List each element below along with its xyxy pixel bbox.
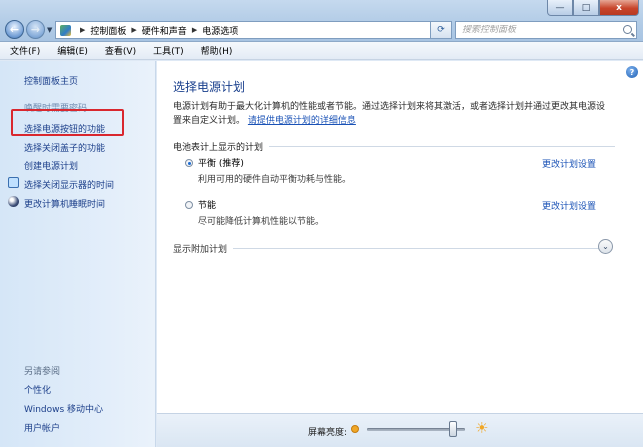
close-button[interactable]: x: [599, 0, 639, 16]
menu-view[interactable]: 查看(V): [105, 44, 136, 57]
brightness-bar: 屏幕亮度: ☀: [157, 413, 643, 447]
menu-bar: 文件(F) 编辑(E) 查看(V) 工具(T) 帮助(H): [0, 42, 643, 60]
sidebar-item-create-plan[interactable]: 创建电源计划: [24, 159, 78, 172]
breadcrumb-hardware-sound[interactable]: 硬件和声音: [142, 24, 187, 37]
plan-power-saver-change-link[interactable]: 更改计划设置: [542, 199, 596, 212]
title-bar: — □ x ← → ▼ ▶ 控制面板 ▶ 硬件和声音 ▶ 电源选项 ▼ ⟳: [0, 0, 643, 42]
search-box[interactable]: [455, 21, 637, 39]
sleep-moon-icon: [8, 196, 19, 207]
section-divider: [269, 146, 615, 147]
see-also-heading: 另请参阅: [24, 367, 61, 377]
expand-chevron-icon[interactable]: ⌄: [598, 239, 613, 254]
search-input[interactable]: [462, 25, 612, 35]
control-panel-home-link[interactable]: 控制面板主页: [24, 74, 78, 87]
sidebar-item-sleep-time[interactable]: 更改计算机睡眠时间: [8, 196, 106, 210]
sidebar-item-display-off[interactable]: 选择关闭显示器的时间: [8, 177, 115, 191]
forward-button[interactable]: →: [26, 20, 45, 39]
minimize-button[interactable]: —: [547, 0, 573, 16]
breadcrumb-separator-icon[interactable]: ▶: [131, 26, 136, 34]
menu-file[interactable]: 文件(F): [10, 44, 40, 57]
plan-balanced-change-link[interactable]: 更改计划设置: [542, 157, 596, 170]
battery-plans-section: 电池表计上显示的计划: [173, 140, 615, 153]
plan-details-link[interactable]: 请提供电源计划的详细信息: [248, 116, 356, 126]
maximize-button[interactable]: □: [573, 0, 599, 16]
monitor-icon: [8, 177, 19, 188]
brightness-high-icon: ☀: [475, 419, 489, 437]
breadcrumb-control-panel[interactable]: 控制面板: [90, 24, 126, 37]
breadcrumb-separator-icon[interactable]: ▶: [80, 26, 85, 34]
brightness-slider-thumb[interactable]: [449, 421, 458, 437]
back-arrow-icon: ←: [9, 23, 20, 36]
plan-power-saver-name[interactable]: 节能: [198, 198, 216, 211]
plan-balanced-description: 利用可用的硬件自动平衡功耗与性能。: [198, 175, 352, 185]
refresh-button[interactable]: ⟳: [430, 21, 452, 39]
sidebar-item-lid-close[interactable]: 选择关闭盖子的功能: [24, 141, 105, 154]
page-title: 选择电源计划: [173, 80, 246, 94]
plan-power-saver-description: 尽可能降低计算机性能以节能。: [198, 217, 325, 227]
menu-tools[interactable]: 工具(T): [153, 44, 184, 57]
back-button[interactable]: ←: [5, 20, 24, 39]
address-bar[interactable]: ▶ 控制面板 ▶ 硬件和声音 ▶ 电源选项 ▼: [55, 21, 447, 39]
sidebar-item-label: 选择关闭显示器的时间: [24, 181, 115, 191]
breadcrumb-power-options[interactable]: 电源选项: [202, 24, 238, 37]
help-icon[interactable]: ?: [626, 66, 638, 78]
refresh-icon: ⟳: [437, 25, 445, 35]
window-controls: — □ x: [547, 0, 639, 16]
left-nav-panel: 控制面板主页 唤醒时需要密码 选择电源按钮的功能 选择关闭盖子的功能 创建电源计…: [0, 61, 156, 447]
section-divider: [233, 248, 611, 249]
page-description: 电源计划有助于最大化计算机的性能或者节能。通过选择计划来将其激活，或者选择计划并…: [173, 100, 613, 128]
additional-plans-label[interactable]: 显示附加计划: [173, 242, 227, 255]
plan-balanced-radio[interactable]: [185, 159, 193, 167]
plan-power-saver-radio[interactable]: [185, 201, 193, 209]
description-text: 电源计划有助于最大化计算机的性能或者节能。通过选择计划来将其激活，或者选择计划并…: [173, 102, 606, 126]
plan-balanced-name[interactable]: 平衡 (推荐): [198, 156, 244, 169]
sidebar-item-label: 更改计算机睡眠时间: [24, 200, 106, 210]
recent-pages-dropdown-icon[interactable]: ▼: [47, 26, 52, 34]
see-also-user-accounts[interactable]: 用户帐户: [24, 421, 60, 434]
breadcrumb-separator-icon[interactable]: ▶: [192, 26, 197, 34]
highlight-annotation-box: [11, 109, 124, 136]
breadcrumb: ▶ 控制面板 ▶ 硬件和声音 ▶ 电源选项: [75, 24, 238, 37]
control-panel-icon: [60, 24, 71, 36]
brightness-low-icon: [351, 425, 359, 433]
section-heading: 电池表计上显示的计划: [173, 143, 264, 153]
main-content: ? 选择电源计划 电源计划有助于最大化计算机的性能或者节能。通过选择计划来将其激…: [157, 61, 643, 447]
forward-arrow-icon: →: [30, 23, 41, 36]
menu-edit[interactable]: 编辑(E): [57, 44, 88, 57]
menu-help[interactable]: 帮助(H): [201, 44, 233, 57]
search-icon[interactable]: [623, 25, 632, 34]
additional-plans-section: 显示附加计划: [173, 242, 611, 255]
brightness-label: 屏幕亮度:: [308, 428, 348, 438]
see-also-personalization[interactable]: 个性化: [24, 383, 51, 396]
nav-buttons: ← → ▼: [5, 20, 52, 39]
see-also-mobility-center[interactable]: Windows 移动中心: [24, 402, 103, 415]
